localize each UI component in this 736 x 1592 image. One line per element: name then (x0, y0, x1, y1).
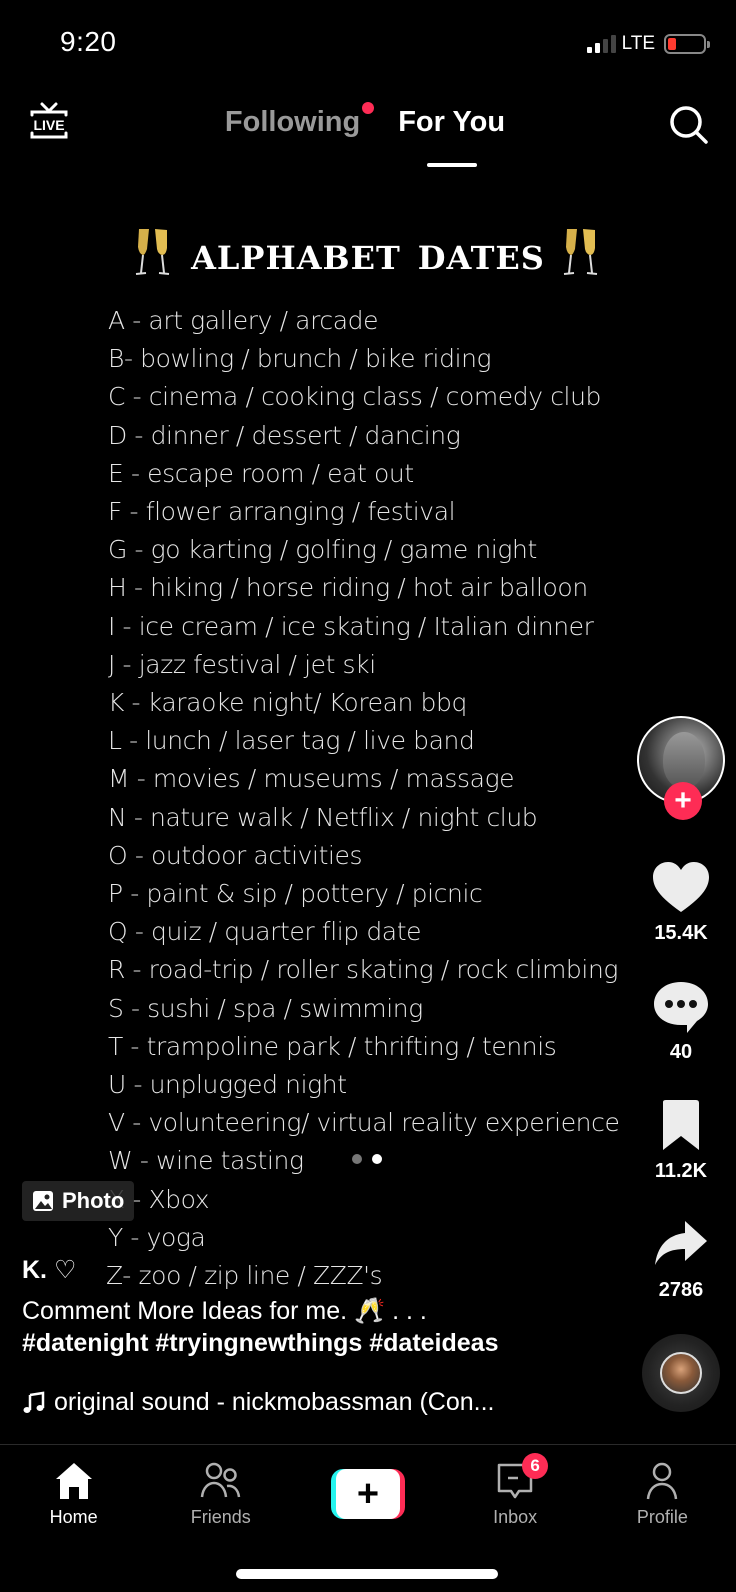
list-item: F - flower arranging / festival (108, 497, 456, 527)
inbox-badge: 6 (522, 1453, 549, 1479)
nav-create[interactable]: + (313, 1459, 423, 1528)
pager-dot-active[interactable] (372, 1154, 382, 1164)
friends-icon (200, 1462, 241, 1498)
list-item: J - jazz festival / jet ski (108, 649, 376, 679)
sound-disc[interactable] (642, 1334, 720, 1412)
comment-button[interactable]: 40 (651, 979, 711, 1064)
list-item: O - outdoor activities (108, 840, 363, 870)
sound-cover-image (660, 1352, 702, 1394)
list-item: L - lunch / laser tag / live band (108, 726, 475, 756)
list-item: X - Xbox (108, 1184, 210, 1214)
list-item: C - cinema / cooking class / comedy club (108, 382, 601, 412)
create-button[interactable]: + (330, 1469, 405, 1519)
list-item: Y - yoga (108, 1222, 206, 1252)
notification-dot (362, 102, 375, 114)
feed-tabs: Following For You (0, 102, 736, 167)
list-item: T - trampoline park / thrifting / tennis (108, 1031, 557, 1061)
list-item: Q - quiz / quarter flip date (108, 917, 422, 947)
search-icon[interactable] (668, 104, 710, 146)
battery-icon (664, 34, 710, 54)
list-item: B- bowling / brunch / bike riding (108, 344, 492, 374)
author-name[interactable]: K. ♡ (22, 1255, 76, 1285)
creator-avatar[interactable]: + (637, 716, 725, 820)
network-label: LTE (621, 33, 655, 54)
caption-text: Comment More Ideas for me. 🥂 . . . (22, 1297, 427, 1325)
signal-icon (586, 35, 616, 53)
plus-icon: + (335, 1469, 400, 1519)
list-item: D - dinner / dessert / dancing (108, 420, 461, 450)
list-item: U - unplugged night (108, 1070, 347, 1100)
music-note-icon (23, 1391, 45, 1413)
date-ideas-list: A - art gallery / arcade B- bowling / br… (106, 302, 620, 1295)
pager-dot[interactable] (352, 1154, 362, 1164)
save-button[interactable]: 11.2K (651, 1098, 711, 1183)
list-item: E - escape room / eat out (108, 458, 414, 488)
list-item: P - paint & sip / pottery / picnic (108, 879, 483, 909)
tab-for-you[interactable]: For You (398, 106, 506, 167)
nav-friends[interactable]: Friends (166, 1459, 276, 1528)
champagne-icon (135, 229, 170, 275)
active-tab-indicator (426, 163, 477, 167)
status-indicators: LTE (586, 33, 710, 55)
hashtags[interactable]: #datenight #tryingnewthings #dateideas (22, 1327, 622, 1359)
list-item: Z- zoo / zip line / ZZZ's (106, 1261, 383, 1291)
list-item: K - karaoke night/ Korean bbq (108, 688, 467, 718)
list-item: S - sushi / spa / swimming (108, 993, 423, 1023)
list-item: M - movies / museums / massage (108, 764, 515, 794)
share-count: 2786 (658, 1279, 704, 1301)
tab-following[interactable]: Following (224, 102, 375, 139)
nav-inbox-label: Inbox (493, 1507, 538, 1527)
share-button[interactable]: 2786 (651, 1217, 711, 1302)
like-button[interactable]: 15.4K (651, 860, 711, 945)
avatar-image (663, 732, 705, 788)
list-item: N - nature walk / Netflix / night club (108, 802, 538, 832)
sound-link[interactable]: original sound - nickmobassman (Con... (22, 1388, 562, 1417)
save-count: 11.2K (654, 1160, 708, 1182)
list-item: V - volunteering/ virtual reality experi… (108, 1108, 620, 1138)
bookmark-icon (663, 1100, 699, 1150)
heart-icon (653, 862, 709, 912)
nav-home-label: Home (49, 1507, 98, 1527)
list-item: H - hiking / horse riding / hot air ball… (108, 573, 588, 603)
sound-title: original sound - nickmobassman (Con... (54, 1388, 495, 1416)
home-indicator[interactable] (236, 1569, 498, 1579)
list-item: G - go karting / golfing / game night (108, 535, 537, 565)
home-icon (55, 1463, 92, 1499)
photo-mode-badge[interactable]: Photo (22, 1181, 135, 1221)
tab-for-you-label: For You (398, 106, 506, 138)
champagne-icon (563, 229, 598, 275)
post-title: alphabet dates (0, 226, 736, 280)
profile-icon (647, 1462, 678, 1500)
nav-inbox[interactable]: 6 Inbox (460, 1453, 570, 1528)
status-time: 9:20 (60, 26, 117, 57)
list-item: I - ice cream / ice skating / Italian di… (108, 611, 594, 641)
like-count: 15.4K (654, 922, 708, 944)
nav-friends-label: Friends (190, 1507, 251, 1527)
list-item: R - road-trip / roller skating / rock cl… (108, 955, 618, 985)
post-caption[interactable]: Comment More Ideas for me. 🥂 . . . #date… (22, 1295, 622, 1359)
nav-home[interactable]: Home (19, 1459, 129, 1528)
nav-profile-label: Profile (636, 1507, 688, 1527)
post-title-text: alphabet dates (191, 226, 545, 280)
photo-badge-label: Photo (62, 1188, 125, 1213)
comment-count: 40 (669, 1041, 693, 1063)
tab-following-label: Following (224, 106, 361, 138)
list-item: A - art gallery / arcade (108, 306, 379, 335)
photo-pager[interactable] (352, 1154, 382, 1164)
comment-icon (654, 982, 708, 1033)
nav-profile[interactable]: Profile (607, 1459, 717, 1528)
share-arrow-icon (655, 1221, 707, 1265)
image-icon (33, 1191, 53, 1211)
follow-button[interactable]: + (664, 782, 702, 820)
action-rail: + 15.4K 40 11.2K 2786 (636, 716, 726, 1412)
